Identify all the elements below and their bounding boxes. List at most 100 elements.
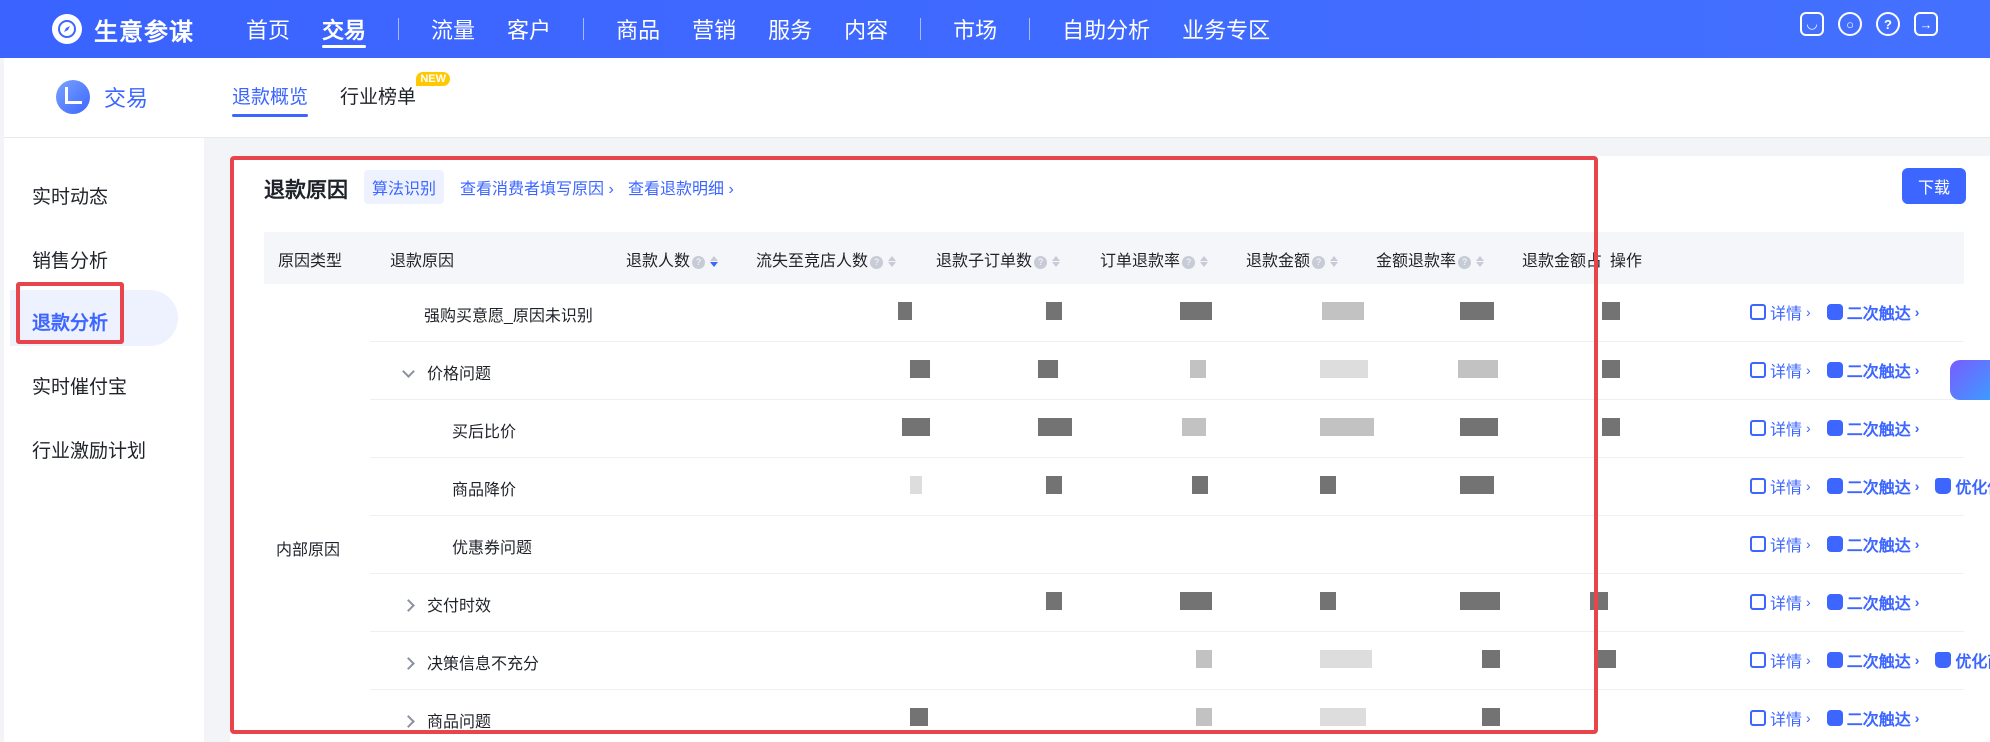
sort-icon[interactable] (887, 255, 897, 268)
header-sub-orders[interactable]: 退款子订单数? (936, 247, 1061, 271)
question-icon[interactable]: ? (1312, 256, 1326, 269)
nav-item-business-zone[interactable]: 业务专区 (1182, 0, 1270, 58)
nav-item-content[interactable]: 内容 (844, 0, 888, 58)
nav-item-self-analysis[interactable]: 自助分析 (1062, 0, 1150, 58)
row-reason[interactable]: 交付时效 (402, 592, 491, 616)
row-operations: 详情 › 二次触达 › (1750, 300, 1935, 324)
header-amount-rate[interactable]: 金额退款率? (1376, 247, 1485, 271)
detail-link[interactable]: 详情 › (1750, 300, 1811, 324)
row-reason: 商品降价 (452, 482, 517, 499)
nav-item-market[interactable]: 市场 (953, 0, 997, 58)
nav-item-service[interactable]: 服务 (768, 0, 812, 58)
nav-item-customer[interactable]: 客户 (507, 0, 551, 58)
nav-item-marketing[interactable]: 营销 (692, 0, 736, 58)
blurred-value (1180, 592, 1212, 610)
compass-icon (52, 14, 82, 44)
user-icon[interactable]: ○ (1838, 12, 1862, 36)
blurred-value (1460, 302, 1494, 320)
top-icons: ◡ ○ ? → (1800, 12, 1938, 36)
sidebar-item-realtime[interactable]: 实时动态 (32, 182, 108, 209)
detail-label: 详情 (1770, 712, 1803, 729)
question-icon[interactable]: ? (1458, 256, 1472, 269)
blurred-value (1196, 708, 1212, 726)
header-lost-people[interactable]: 流失至竞店人数? (756, 247, 897, 271)
sort-icon[interactable] (1329, 255, 1339, 268)
header-refund-amount-label: 退款金额 (1246, 253, 1311, 270)
row-reason[interactable]: 商品问题 (402, 708, 491, 732)
blurred-value (1602, 302, 1620, 320)
table-row: 商品问题 详情 › 二次触达 › (370, 690, 1964, 742)
reach-again-link[interactable]: 二次触达 › (1826, 358, 1919, 382)
detail-link[interactable]: 详情 › (1750, 590, 1811, 614)
top-navigation-bar: 生意参谋 首页 交易 流量 客户 商品 营销 服务 内容 市场 自助分析 业务专… (0, 0, 1990, 58)
reach-label: 二次触达 (1846, 654, 1911, 671)
blurred-value (910, 708, 928, 726)
detail-link[interactable]: 详情 › (1750, 706, 1811, 730)
row-operations: 详情› 二次触达› 优化商品详情› (1750, 648, 1990, 672)
detail-link[interactable]: 详情 › (1750, 532, 1811, 556)
sort-icon[interactable] (1475, 255, 1485, 268)
reach-icon (1826, 420, 1843, 436)
reach-again-link[interactable]: 二次触达 › (1826, 590, 1919, 614)
nav-item-trade[interactable]: 交易 (322, 0, 367, 58)
blurred-value (1590, 592, 1608, 610)
message-icon[interactable]: ◡ (1800, 12, 1824, 36)
question-icon[interactable]: ? (870, 256, 884, 269)
blurred-value (1180, 302, 1212, 320)
row-operations: 详情 › 二次触达 › (1750, 590, 1935, 614)
detail-link[interactable]: 详情 › (1750, 648, 1811, 672)
brand[interactable]: 生意参谋 (52, 12, 212, 47)
reach-again-link[interactable]: 二次触达 › (1826, 474, 1919, 498)
detail-link[interactable]: 详情 › (1750, 416, 1811, 440)
reach-again-link[interactable]: 二次触达 › (1826, 648, 1919, 672)
chevron-right-icon[interactable] (402, 599, 415, 612)
link-consumer-reasons[interactable]: 查看消费者填写原因 › (460, 175, 614, 199)
detail-link[interactable]: 详情 › (1750, 474, 1811, 498)
detail-link[interactable]: 详情 › (1750, 358, 1811, 382)
optimize-price-protection-label: 优化保价策略 (1955, 480, 1990, 497)
tab-refund-overview[interactable]: 退款概览 (232, 82, 309, 117)
chevron-right-icon[interactable] (402, 715, 415, 728)
sidebar-item-sales-analysis[interactable]: 销售分析 (32, 246, 108, 273)
tab-industry-ranking[interactable]: 行业榜单 NEW (340, 72, 451, 117)
nav-item-home[interactable]: 首页 (246, 0, 290, 58)
row-reason[interactable]: 决策信息不充分 (402, 650, 539, 674)
detail-icon (1750, 420, 1766, 436)
question-icon[interactable]: ? (1034, 256, 1048, 269)
download-button[interactable]: 下载 (1902, 168, 1966, 204)
nav-item-product[interactable]: 商品 (616, 0, 660, 58)
link-refund-details[interactable]: 查看退款明细 › (628, 175, 734, 199)
question-icon[interactable]: ? (1182, 256, 1196, 269)
optimize-price-protection-link[interactable]: 优化保价策略› (1935, 474, 1990, 498)
sort-icon[interactable] (1051, 255, 1061, 268)
algo-tag[interactable]: 算法识别 (364, 170, 445, 204)
reach-again-link[interactable]: 二次触达 › (1826, 706, 1919, 730)
brand-name: 生意参谋 (94, 18, 194, 46)
chevron-down-icon[interactable] (402, 365, 415, 378)
sort-icon[interactable] (1199, 255, 1209, 268)
blurred-value (1598, 650, 1616, 668)
header-order-rate[interactable]: 订单退款率? (1100, 247, 1209, 271)
link-consumer-reasons-label: 查看消费者填写原因 (460, 181, 605, 198)
row-reason[interactable]: 价格问题 (402, 360, 491, 384)
chevron-right-icon[interactable] (402, 657, 415, 670)
help-icon[interactable]: ? (1876, 12, 1900, 36)
sidebar-item-industry-incentive[interactable]: 行业激励计划 (32, 436, 146, 463)
header-refund-amount[interactable]: 退款金额? (1246, 247, 1339, 271)
blurred-value (910, 476, 922, 494)
reach-again-link[interactable]: 二次触达 › (1826, 532, 1919, 556)
question-icon[interactable]: ? (692, 256, 706, 269)
blurred-value (1046, 302, 1062, 320)
optimize-product-detail-link[interactable]: 优化商品详情› (1935, 648, 1990, 672)
blurred-value (1320, 360, 1368, 378)
table-row: 强购买意愿_原因未识别 详情 › 二次触达 › (370, 284, 1964, 342)
logout-icon[interactable]: → (1914, 12, 1938, 36)
sort-icon[interactable] (709, 255, 719, 268)
reach-again-link[interactable]: 二次触达 › (1826, 300, 1919, 324)
sidebar-item-payment-reminder[interactable]: 实时催付宝 (32, 372, 127, 399)
table-row: 商品降价 详情› 二次触达› 优化保价策略› (370, 458, 1990, 516)
assistant-floating-icon[interactable] (1950, 360, 1990, 400)
header-refund-people[interactable]: 退款人数? (626, 247, 719, 271)
nav-item-traffic[interactable]: 流量 (431, 0, 475, 58)
reach-again-link[interactable]: 二次触达 › (1826, 416, 1919, 440)
